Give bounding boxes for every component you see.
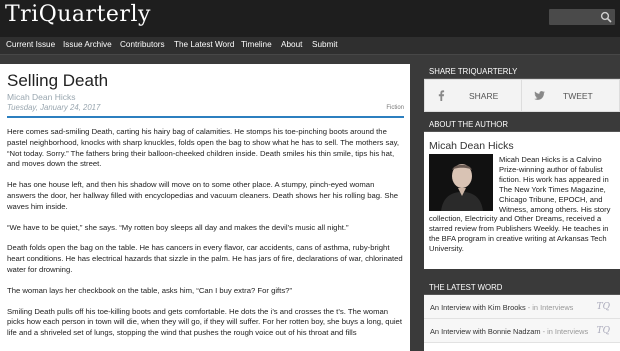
- article-paragraph: He has one house left, and then his shad…: [7, 180, 398, 211]
- latest-item-category: - in Interviews: [542, 327, 589, 336]
- article-paragraph: Death folds open the bag on the table. H…: [7, 243, 403, 274]
- nav-about[interactable]: About: [281, 40, 302, 49]
- twitter-share-label: TWEET: [563, 91, 593, 101]
- search-icon[interactable]: [600, 11, 612, 23]
- top-bar: TriQuarterly: [0, 0, 620, 37]
- article-paragraph: Here comes sad-smiling Death, carting hi…: [7, 127, 400, 169]
- nav-current-issue[interactable]: Current Issue: [6, 40, 55, 49]
- twitter-share-button[interactable]: TWEET: [523, 80, 620, 111]
- article-panel: Selling Death Micah Dean Hicks Tuesday, …: [0, 64, 410, 351]
- nav-latest-word[interactable]: The Latest Word: [174, 40, 234, 49]
- facebook-share-label: SHARE: [469, 91, 499, 101]
- share-buttons: SHARE TWEET: [424, 79, 620, 112]
- facebook-icon: [438, 90, 445, 101]
- article-category[interactable]: Fiction: [386, 105, 404, 111]
- nav-timeline[interactable]: Timeline: [241, 40, 272, 49]
- about-heading: ABOUT THE AUTHOR: [424, 117, 620, 132]
- list-item[interactable]: An Interview with Bonnie Nadzam - in Int…: [424, 319, 620, 343]
- article-paragraph: The woman lays her checkbook on the tabl…: [7, 285, 292, 295]
- tq-badge-icon: TQ: [596, 326, 610, 336]
- about-author-widget: ABOUT THE AUTHOR Micah Dean Hicks Micah …: [424, 117, 620, 269]
- latest-item-title: An Interview with Kim Brooks: [430, 303, 526, 312]
- latest-heading: THE LATEST WORD: [424, 280, 620, 295]
- twitter-icon: [534, 91, 545, 100]
- facebook-share-button[interactable]: SHARE: [425, 80, 522, 111]
- article-body: Here comes sad-smiling Death, carting hi…: [7, 127, 404, 349]
- latest-item-category: - in Interviews: [527, 303, 574, 312]
- about-author-name: Micah Dean Hicks: [429, 140, 514, 152]
- list-item[interactable]: An Interview with Kim Brooks - in Interv…: [424, 295, 620, 319]
- nav-contributors[interactable]: Contributors: [120, 40, 165, 49]
- share-heading: SHARE TRIQUARTERLY: [424, 64, 620, 79]
- article-title: Selling Death: [7, 71, 109, 90]
- share-widget: SHARE TRIQUARTERLY SHARE TWEET: [424, 64, 620, 114]
- title-divider: [7, 116, 404, 118]
- article-author[interactable]: Micah Dean Hicks: [7, 92, 76, 102]
- site-logo[interactable]: TriQuarterly: [5, 2, 151, 27]
- nav-submit[interactable]: Submit: [312, 40, 337, 49]
- author-bio: Micah Dean Hicks is a Calvino Prize-winn…: [429, 155, 613, 254]
- article-paragraph: Smiling Death pulls off his toe-killing …: [7, 306, 402, 338]
- tq-badge-icon: TQ: [596, 302, 610, 312]
- nav-issue-archive[interactable]: Issue Archive: [63, 40, 112, 49]
- search-input[interactable]: [549, 9, 615, 25]
- article-paragraph: “We have to be quiet,” she says. “My rot…: [7, 222, 349, 232]
- main-nav: Current Issue Issue Archive Contributors…: [0, 37, 620, 55]
- latest-word-widget: THE LATEST WORD An Interview with Kim Br…: [424, 280, 620, 351]
- article-date: Tuesday, January 24, 2017: [7, 103, 101, 112]
- latest-item-title: An Interview with Bonnie Nadzam: [430, 327, 541, 336]
